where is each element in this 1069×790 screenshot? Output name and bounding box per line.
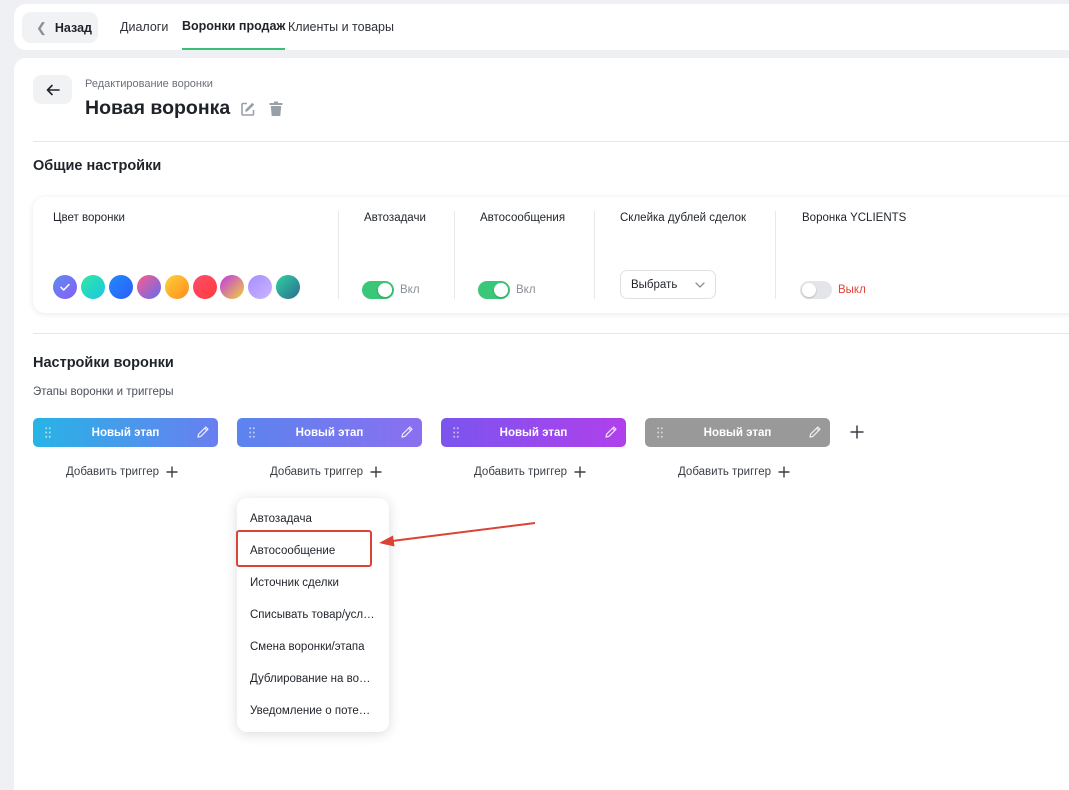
add-trigger-button[interactable]: Добавить триггер [270,463,382,481]
check-icon [60,283,70,291]
page-subtitle: Редактирование воронки [85,78,213,90]
yclients-label: Воронка YCLIENTS [802,212,907,224]
tab-clients-products[interactable]: Клиенты и товары [288,4,394,50]
tab-label: Клиенты и товары [288,20,394,34]
select-value: Выбрать [631,278,678,291]
trigger-menu-item[interactable]: Автозадача [250,513,312,525]
add-trigger-button[interactable]: Добавить триггер [678,463,790,481]
column-divider [594,211,595,299]
arrow-back-button[interactable] [33,75,72,104]
color-swatch[interactable] [276,275,301,299]
top-navigation: ❮ Назад Диалоги Воронки продаж Клиенты и… [14,4,1069,50]
back-button[interactable]: ❮ Назад [22,12,98,43]
chevron-down-icon [695,282,705,288]
funnel-stages-caption: Этапы воронки и триггеры [33,386,174,398]
general-settings-title: Общие настройки [33,158,162,174]
chevron-left-icon: ❮ [36,19,47,35]
color-swatch[interactable] [53,275,77,299]
autotasks-toggle[interactable] [362,281,394,299]
trash-icon [269,101,283,116]
autotasks-state: Вкл [400,284,420,296]
plus-icon [574,466,586,478]
plus-icon [778,466,790,478]
color-swatch[interactable] [192,275,217,299]
trigger-menu-item[interactable]: Источник сделки [250,577,339,589]
divider [33,333,1069,334]
tab-sales-funnels[interactable]: Воронки продаж [182,4,286,50]
general-settings-card: Цвет воронки Автозадачи Вкл Автосообщени… [33,197,1069,313]
stage-header[interactable]: Новый этап [441,418,626,447]
stage-name: Новый этап [703,426,772,439]
color-swatch[interactable] [136,275,161,299]
pencil-icon[interactable] [808,425,822,439]
annotation-highlight-box [236,530,372,567]
drag-handle-icon[interactable] [453,427,459,438]
automessages-state: Вкл [516,284,536,296]
trigger-menu-item[interactable]: Списывать товар/усл… [250,609,375,621]
yclients-toggle[interactable] [800,281,832,299]
funnel-color-label: Цвет воронки [53,212,125,224]
color-swatch[interactable] [248,275,273,299]
stage-header[interactable]: Новый этап [33,418,218,447]
stage-header[interactable]: Новый этап [645,418,830,447]
automessages-toggle[interactable] [478,281,510,299]
delete-funnel-button[interactable] [267,100,285,118]
tab-label: Воронки продаж [182,19,286,33]
back-button-label: Назад [54,20,92,35]
arrow-left-icon [46,84,60,95]
add-trigger-label: Добавить триггер [270,466,364,478]
trigger-menu-item[interactable]: Уведомление о поте… [250,705,370,717]
stage-name: Новый этап [499,426,568,439]
automessages-label: Автосообщения [480,212,566,224]
autotasks-label: Автозадачи [364,212,426,224]
tab-label: Диалоги [120,20,169,34]
page-title: Новая воронка [85,97,231,119]
drag-handle-icon[interactable] [249,427,255,438]
edit-icon [241,102,255,116]
column-divider [454,211,455,299]
pencil-icon[interactable] [196,425,210,439]
merge-duplicates-select[interactable]: Выбрать [620,270,716,299]
funnel-settings-title: Настройки воронки [33,355,174,371]
plus-icon [850,425,864,439]
trigger-menu-item[interactable]: Дублирование на во… [250,673,370,685]
add-trigger-label: Добавить триггер [66,466,160,478]
edit-title-button[interactable] [239,100,257,118]
drag-handle-icon[interactable] [45,427,51,438]
color-swatch[interactable] [164,275,189,299]
stage-header[interactable]: Новый этап [237,418,422,447]
color-swatch[interactable] [80,275,105,299]
trigger-menu-item[interactable]: Смена воронки/этапа [250,641,365,653]
add-trigger-label: Добавить триггер [474,466,568,478]
color-swatch[interactable] [108,275,133,299]
yclients-state: Выкл [838,284,866,296]
column-divider [775,211,776,299]
column-divider [338,211,339,299]
toggle-knob [378,283,392,297]
plus-icon [166,466,178,478]
tab-dialogs[interactable]: Диалоги [120,4,168,50]
add-stage-button[interactable] [847,422,867,442]
add-trigger-button[interactable]: Добавить триггер [66,463,178,481]
divider [33,141,1069,142]
stage-name: Новый этап [295,426,364,439]
pencil-icon[interactable] [400,425,414,439]
stage-name: Новый этап [91,426,160,439]
add-trigger-label: Добавить триггер [678,466,772,478]
add-trigger-button[interactable]: Добавить триггер [474,463,586,481]
main-panel: Редактирование воронки Новая воронка Общ… [14,58,1069,790]
pencil-icon[interactable] [604,425,618,439]
color-swatch[interactable] [220,275,245,299]
toggle-knob [494,283,508,297]
drag-handle-icon[interactable] [657,427,663,438]
toggle-knob [802,283,816,297]
merge-duplicates-label: Склейка дублей сделок [620,212,746,224]
plus-icon [370,466,382,478]
